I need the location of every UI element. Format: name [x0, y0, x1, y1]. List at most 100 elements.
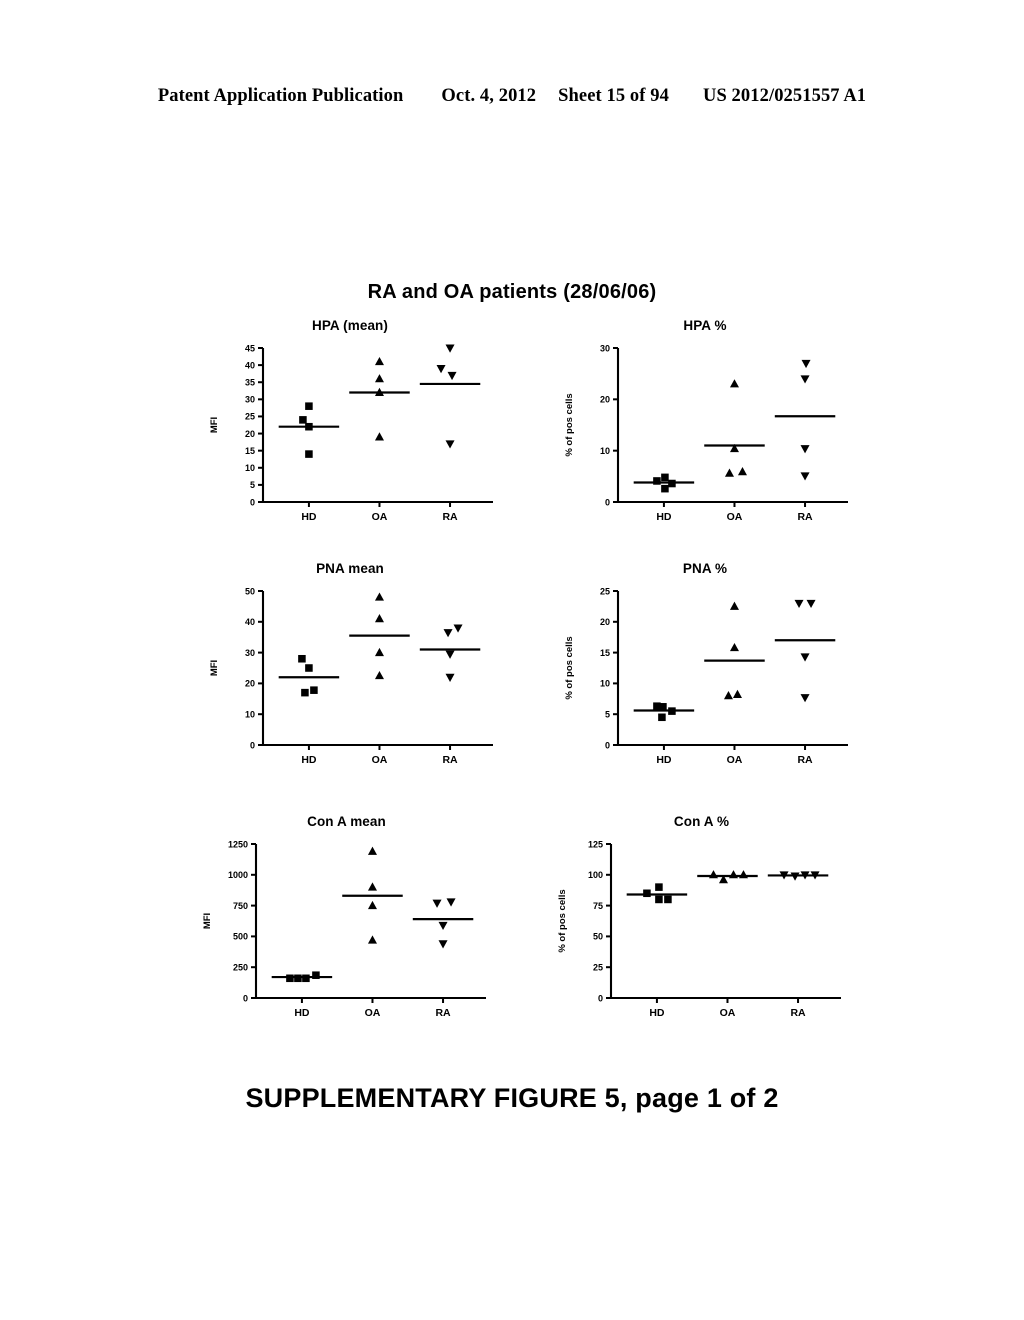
- y-tick-label: 45: [245, 343, 255, 353]
- data-point-oa: [374, 614, 384, 623]
- data-point-oa: [708, 870, 718, 879]
- y-tick-label: 35: [245, 378, 255, 388]
- plot-pna-mean: 0 10 20 30 40 50 MFI HD OA RA: [205, 583, 495, 779]
- data-point-ra: [445, 344, 455, 353]
- x-tick-label-hd: HD: [656, 754, 672, 766]
- plot-hpa-pct: 0 10 20 30 % of pos cells HD OA RA: [560, 340, 850, 536]
- data-point-oa: [732, 689, 742, 698]
- data-point-hd: [305, 402, 313, 410]
- data-point-ra: [800, 445, 810, 454]
- x-tick-label-hd: HD: [294, 1007, 310, 1019]
- data-point-oa: [729, 379, 739, 388]
- data-point-ra: [432, 899, 442, 908]
- data-point-oa: [374, 647, 384, 657]
- data-point-ra: [806, 599, 816, 609]
- data-point-hd: [668, 479, 676, 488]
- plot-cona-mean: 0 250 500 750 1000 1250 MFI HD OA RA: [198, 836, 495, 1032]
- chart-svg-hpa-mean: 0 5 10 15 20 25 30 35 40 45 MFI HD OA RA: [209, 343, 493, 523]
- data-point-hd: [643, 889, 651, 898]
- data-point-ra: [800, 472, 810, 481]
- y-tick-label: 50: [593, 932, 603, 942]
- data-point-oa: [374, 670, 384, 680]
- panel-title-hpa-pct: HPA %: [683, 318, 727, 333]
- data-point-ra: [438, 940, 448, 949]
- y-tick-label: 0: [243, 993, 248, 1003]
- data-point-oa: [374, 592, 384, 601]
- y-tick-label: 125: [588, 839, 603, 849]
- data-point-hd: [653, 477, 661, 485]
- y-tick-label: 1250: [228, 839, 248, 849]
- x-tick-label-hd: HD: [301, 511, 317, 523]
- y-tick-label: 0: [250, 497, 255, 507]
- chart-svg-cona-pct: 0 25 50 75 100 125 % of pos cells HD OA RA: [557, 839, 841, 1019]
- x-tick-label-hd: HD: [649, 1007, 665, 1019]
- data-point-hd: [302, 974, 310, 983]
- y-tick-label: 75: [593, 901, 603, 911]
- x-tick-label-ra: RA: [442, 511, 458, 523]
- data-point-ra: [446, 898, 456, 907]
- data-point-oa: [374, 356, 384, 366]
- figure-title: RA and OA patients (28/06/06): [367, 281, 657, 303]
- x-tick-label-oa: OA: [727, 511, 743, 523]
- data-point-hd: [668, 707, 676, 715]
- chart-svg-hpa-pct: 0 10 20 30 % of pos cells HD OA RA: [564, 343, 848, 523]
- data-point-ra: [800, 653, 810, 662]
- data-point-oa: [367, 882, 377, 891]
- data-point-hd: [305, 422, 313, 431]
- y-tick-label: 5: [250, 480, 255, 490]
- x-tick-label-oa: OA: [372, 511, 388, 523]
- data-point-oa: [367, 846, 377, 855]
- y-tick-label: 250: [233, 963, 248, 973]
- y-tick-label: 15: [600, 648, 610, 658]
- y-tick-label: 30: [245, 648, 255, 658]
- x-tick-label-ra: RA: [435, 1007, 451, 1019]
- data-point-oa: [367, 935, 377, 944]
- plot-hpa-mean: 0 5 10 15 20 25 30 35 40 45 MFI HD OA RA: [205, 340, 495, 536]
- data-point-ra: [445, 673, 455, 682]
- data-point-oa: [737, 466, 747, 476]
- data-point-ra: [453, 624, 463, 633]
- y-tick-label: 500: [233, 932, 248, 942]
- y-tick-label: 20: [245, 429, 255, 439]
- data-point-ra: [436, 365, 446, 374]
- y-tick-label: 20: [600, 617, 610, 627]
- y-tick-label: 40: [245, 617, 255, 627]
- data-point-hd: [655, 895, 663, 904]
- data-point-oa: [724, 468, 734, 477]
- y-axis-label: MFI: [209, 417, 220, 433]
- y-tick-label: 30: [600, 343, 610, 353]
- panel-title-hpa-mean: HPA (mean): [311, 318, 388, 333]
- y-tick-label: 5: [605, 710, 610, 720]
- data-point-oa: [374, 432, 384, 441]
- data-point-hd: [305, 450, 313, 458]
- chart-svg-cona-mean: 0 250 500 750 1000 1250 MFI HD OA RA: [202, 839, 486, 1019]
- y-tick-label: 0: [605, 497, 610, 507]
- data-point-oa: [729, 601, 739, 610]
- x-tick-label-oa: OA: [720, 1007, 736, 1019]
- panel-title-pna-pct: PNA %: [682, 561, 728, 576]
- y-tick-label: 25: [593, 963, 603, 973]
- y-tick-label: 25: [245, 412, 255, 422]
- data-point-hd: [658, 713, 666, 722]
- y-tick-label: 20: [245, 679, 255, 689]
- x-tick-label-ra: RA: [790, 1007, 806, 1019]
- x-tick-label-oa: OA: [727, 754, 743, 766]
- y-tick-label: 30: [245, 395, 255, 405]
- y-tick-label: 10: [245, 710, 255, 720]
- data-point-ra: [445, 440, 455, 449]
- chart-svg-pna-pct: 0 5 10 15 20 25 % of pos cells HD OA RA: [564, 586, 848, 766]
- figure-caption: SUPPLEMENTARY FIGURE 5, page 1 of 2: [245, 1083, 779, 1113]
- y-axis-label: % of pos cells: [557, 889, 568, 952]
- data-point-hd: [655, 883, 663, 891]
- data-point-ra: [801, 359, 811, 369]
- x-tick-label-ra: RA: [797, 754, 813, 766]
- data-point-ra: [443, 629, 453, 638]
- plot-cona-pct: 0 25 50 75 100 125 % of pos cells HD OA RA: [553, 836, 850, 1032]
- data-point-ra: [438, 921, 448, 931]
- y-tick-label: 10: [600, 446, 610, 456]
- data-point-hd: [301, 688, 309, 697]
- panel-title-pna-mean: PNA mean: [316, 561, 384, 576]
- y-tick-label: 0: [598, 993, 603, 1003]
- data-point-oa: [723, 691, 733, 700]
- data-point-ra: [790, 872, 800, 881]
